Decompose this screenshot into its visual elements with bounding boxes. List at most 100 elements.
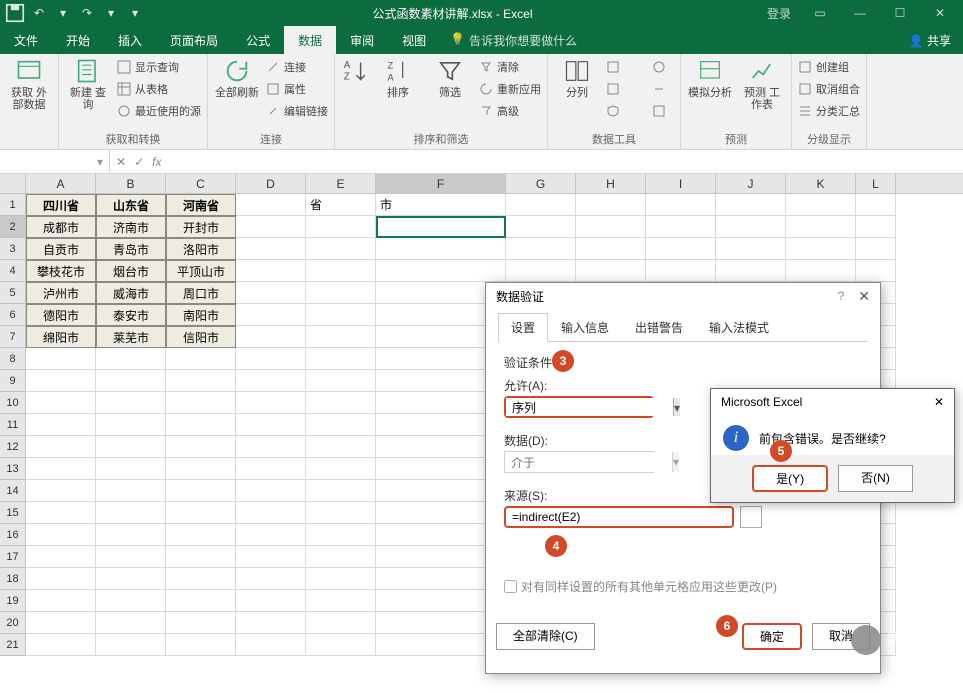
cell[interactable] [716, 216, 786, 238]
row-header[interactable]: 5 [0, 282, 26, 304]
cell[interactable]: 信阳市 [166, 326, 236, 348]
group-button[interactable]: 创建组 [798, 57, 860, 77]
consolidate-button[interactable] [652, 57, 674, 77]
cell[interactable]: 绵阳市 [26, 326, 96, 348]
cell[interactable] [26, 348, 96, 370]
undo-icon[interactable]: ↶ [28, 3, 50, 23]
cell[interactable]: 省 [306, 194, 376, 216]
sort-az-button[interactable]: AZ [341, 57, 369, 85]
cell[interactable] [306, 436, 376, 458]
cell[interactable] [166, 370, 236, 392]
tell-me-input[interactable]: 💡 告诉我你想要做什么 [440, 26, 587, 54]
cell[interactable] [166, 414, 236, 436]
cell[interactable] [236, 436, 306, 458]
cell[interactable] [236, 502, 306, 524]
cell[interactable] [716, 260, 786, 282]
tab-input-msg[interactable]: 输入信息 [548, 313, 622, 342]
edit-links-button[interactable]: 编辑链接 [266, 101, 328, 121]
cell[interactable] [646, 194, 716, 216]
cell[interactable] [306, 326, 376, 348]
cell[interactable] [96, 392, 166, 414]
sort-button[interactable]: ZA排序 [375, 57, 421, 99]
col-header[interactable]: L [856, 174, 896, 193]
row-header[interactable]: 20 [0, 612, 26, 634]
cell[interactable] [26, 414, 96, 436]
minimize-icon[interactable]: — [841, 3, 879, 23]
tab-review[interactable]: 审阅 [336, 26, 388, 54]
cell[interactable] [96, 458, 166, 480]
cell[interactable] [506, 238, 576, 260]
cell[interactable] [786, 260, 856, 282]
no-button[interactable]: 否(N) [838, 465, 913, 492]
cell[interactable] [236, 238, 306, 260]
cell[interactable] [26, 480, 96, 502]
select-all-corner[interactable] [0, 174, 26, 193]
cell[interactable] [26, 436, 96, 458]
cell[interactable] [236, 392, 306, 414]
cell[interactable] [236, 260, 306, 282]
whatif-button[interactable]: 模拟分析 [687, 57, 733, 99]
cell[interactable] [646, 238, 716, 260]
cell[interactable] [576, 216, 646, 238]
tab-data[interactable]: 数据 [284, 26, 336, 54]
cell[interactable]: 泸州市 [26, 282, 96, 304]
col-header[interactable]: H [576, 174, 646, 193]
cell[interactable] [716, 194, 786, 216]
cell[interactable] [26, 502, 96, 524]
row-header[interactable]: 8 [0, 348, 26, 370]
cell[interactable] [856, 238, 896, 260]
cell[interactable] [26, 546, 96, 568]
row-header[interactable]: 11 [0, 414, 26, 436]
cell[interactable] [646, 260, 716, 282]
cell[interactable]: 德阳市 [26, 304, 96, 326]
cell[interactable] [96, 480, 166, 502]
cell[interactable] [306, 392, 376, 414]
col-header[interactable]: F [376, 174, 506, 193]
cell[interactable]: 山东省 [96, 194, 166, 216]
col-header[interactable]: K [786, 174, 856, 193]
cell[interactable] [236, 458, 306, 480]
cell[interactable] [26, 524, 96, 546]
recent-sources-button[interactable]: 最近使用的源 [117, 101, 201, 121]
col-header[interactable]: C [166, 174, 236, 193]
cell[interactable]: 烟台市 [96, 260, 166, 282]
cell[interactable] [306, 458, 376, 480]
col-header[interactable]: B [96, 174, 166, 193]
cell[interactable] [96, 568, 166, 590]
cell[interactable] [166, 568, 236, 590]
login-link[interactable]: 登录 [759, 3, 799, 23]
cell[interactable]: 济南市 [96, 216, 166, 238]
cell[interactable] [306, 216, 376, 238]
clear-all-button[interactable]: 全部清除(C) [496, 623, 595, 650]
refresh-all-button[interactable]: 全部刷新 [214, 57, 260, 99]
help-icon[interactable]: ? [838, 289, 845, 303]
cell[interactable] [96, 634, 166, 656]
caret-down-icon[interactable]: ▾ [52, 3, 74, 23]
cell[interactable]: 四川省 [26, 194, 96, 216]
cell[interactable] [306, 238, 376, 260]
allow-combo[interactable]: ▾ [504, 396, 654, 418]
row-header[interactable]: 15 [0, 502, 26, 524]
clear-filter-button[interactable]: 清除 [479, 57, 541, 77]
cancel-icon[interactable]: ✕ [116, 155, 126, 169]
cell[interactable] [26, 392, 96, 414]
filter-button[interactable]: 筛选 [427, 57, 473, 99]
remove-dup-button[interactable] [606, 79, 646, 99]
cell[interactable]: 周口市 [166, 282, 236, 304]
flash-fill-button[interactable] [606, 57, 646, 77]
cell[interactable] [306, 524, 376, 546]
cell[interactable] [236, 612, 306, 634]
cell[interactable] [506, 194, 576, 216]
subtotal-button[interactable]: 分类汇总 [798, 101, 860, 121]
cell[interactable] [166, 502, 236, 524]
cell[interactable] [166, 348, 236, 370]
close-icon[interactable]: ✕ [921, 3, 959, 23]
cell[interactable] [786, 216, 856, 238]
cell[interactable] [166, 612, 236, 634]
row-header[interactable]: 19 [0, 590, 26, 612]
cell[interactable] [236, 216, 306, 238]
cell[interactable] [576, 260, 646, 282]
cell[interactable] [306, 612, 376, 634]
cell[interactable] [306, 370, 376, 392]
cell[interactable] [376, 238, 506, 260]
